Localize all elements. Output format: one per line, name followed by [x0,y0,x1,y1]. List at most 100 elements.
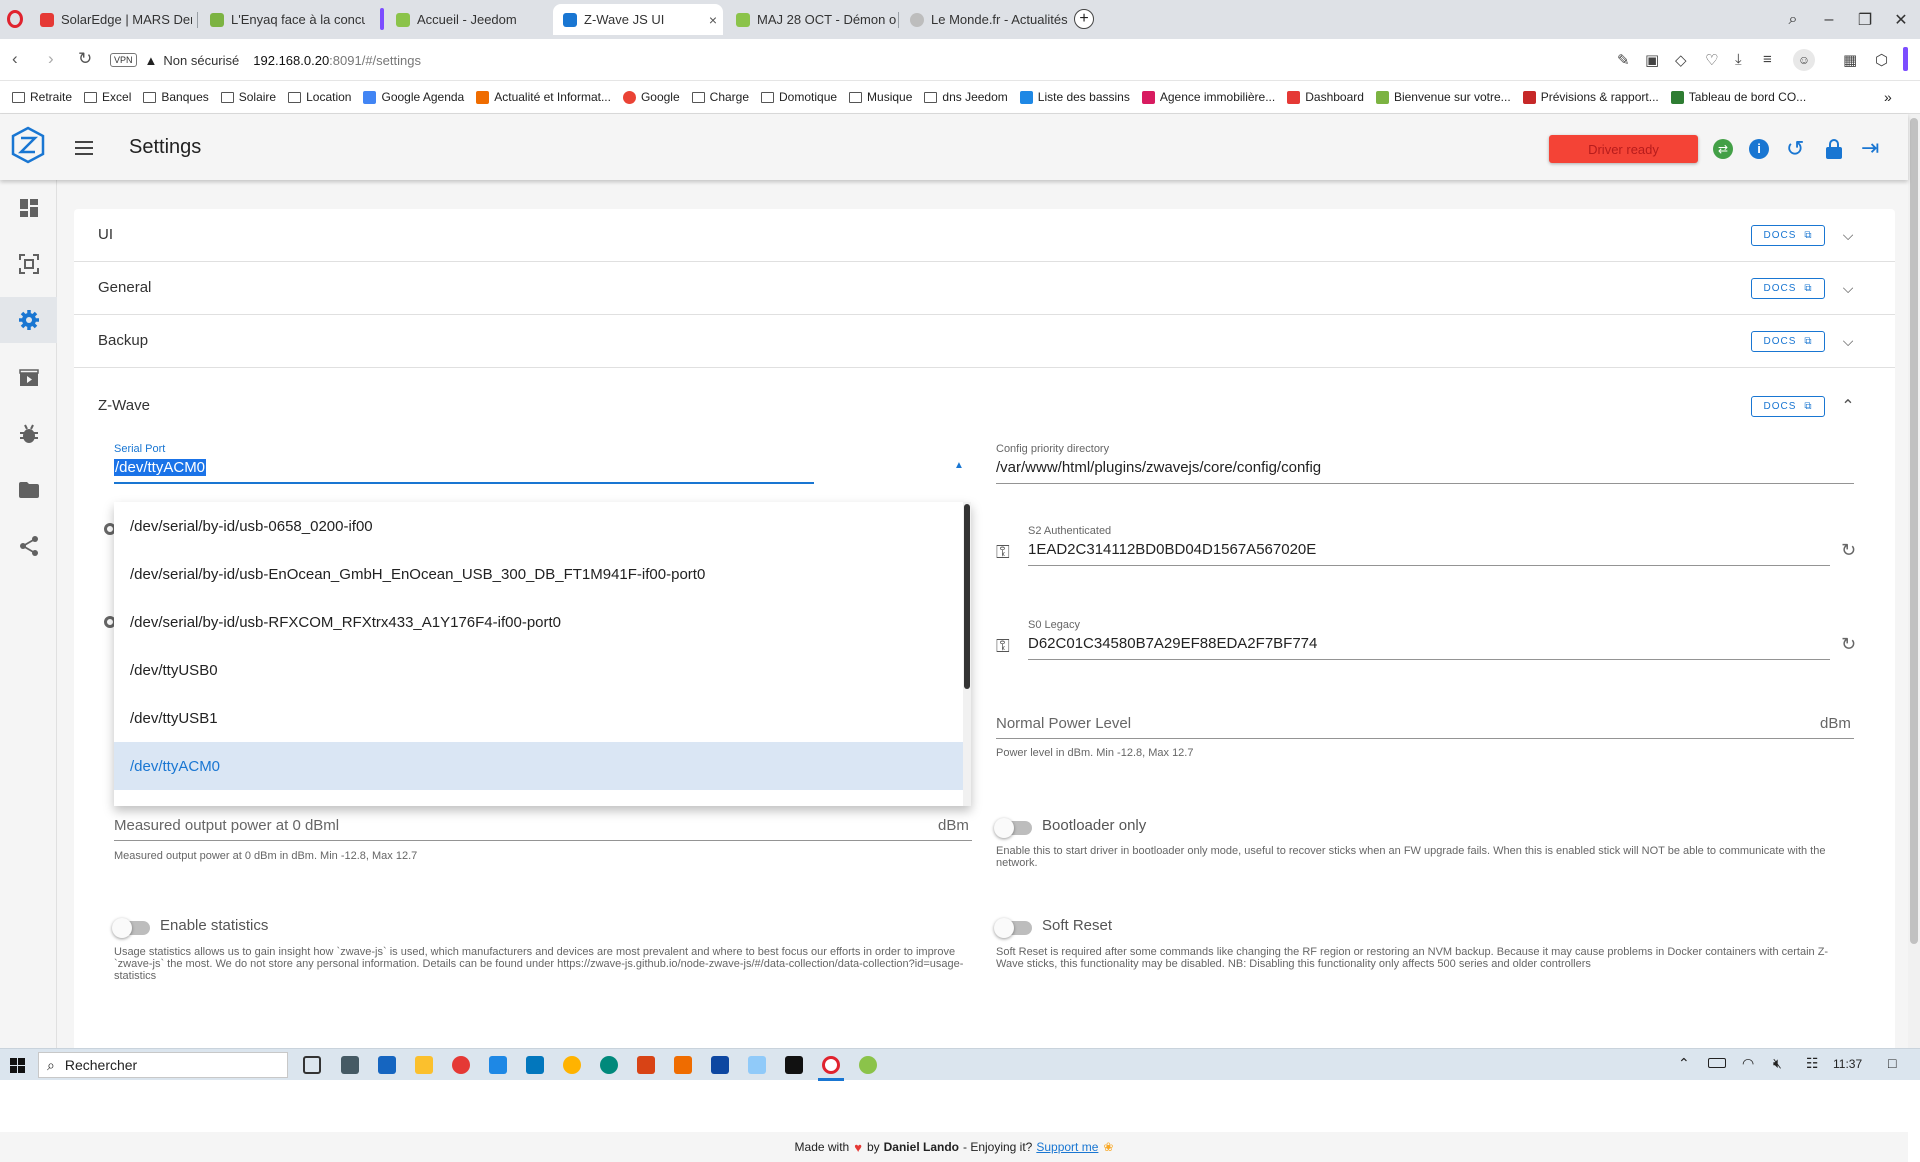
config-dir-input[interactable]: /var/www/html/plugins/zwavejs/core/confi… [996,459,1321,476]
task-view-icon[interactable] [303,1056,321,1074]
nav-store-folder-icon[interactable] [0,467,57,513]
logout-icon[interactable]: ⇥ [1861,135,1879,161]
backup-expand-chevron-icon[interactable]: ⌵ [1838,331,1858,351]
bookmark-banques[interactable]: Banques [143,90,209,104]
profile-icon[interactable]: ☺ [1793,49,1815,71]
dropdown-scrollbar[interactable] [963,502,971,806]
zwave-collapse-chevron-icon[interactable]: ⌃ [1838,396,1858,416]
page-scrollbar[interactable] [1908,114,1920,1048]
restore-icon[interactable]: ❐ [1846,0,1884,39]
new-tab-button[interactable]: + [1074,9,1094,29]
windows-start-icon[interactable] [10,1058,25,1073]
serial-option[interactable]: /dev/ttyUSB1 [114,694,963,742]
bookmark-excel[interactable]: Excel [84,90,131,104]
tab-maj-28-oct[interactable]: MAJ 28 OCT - Démon ok [726,4,896,35]
ui-docs-button[interactable]: DOCS ⧉ [1751,225,1825,246]
chrome-icon[interactable] [452,1056,470,1074]
outlook-icon[interactable] [711,1056,729,1074]
taskbar-search-box[interactable]: ⌕ Rechercher [38,1052,288,1078]
url-field[interactable]: VPN ▲ Non sécurisé 192.168.0.20 :8091/#/… [110,46,1810,74]
info-icon[interactable]: i [1749,139,1769,159]
ui-expand-chevron-icon[interactable]: ⌵ [1838,225,1858,245]
menu-icon[interactable]: ≡ [1763,51,1772,68]
hamburger-menu-icon[interactable] [75,141,93,155]
media-icon[interactable] [674,1056,692,1074]
cube-icon[interactable]: ⬡ [1875,51,1888,69]
general-panel[interactable]: General DOCS ⧉ ⌵ [74,262,1895,315]
close-window-icon[interactable]: ✕ [1882,0,1920,39]
edge-icon[interactable] [600,1056,618,1074]
forward-icon[interactable]: › [48,49,54,69]
general-docs-button[interactable]: DOCS ⧉ [1751,278,1825,299]
serial-option[interactable]: /dev/serial/by-id/usb-EnOcean_GmbH_EnOce… [114,550,963,598]
s0-legacy-input[interactable]: D62C01C34580B7A29EF88EDA2F7BF774 [1028,635,1317,652]
bookmark-domotique[interactable]: Domotique [761,90,837,104]
bookmark-actualite[interactable]: Actualité et Informat... [476,90,611,104]
serial-option[interactable]: /dev/ttyUSB0 [114,646,963,694]
driver-status-button[interactable]: Driver ready [1549,135,1698,163]
bookmark-retraite[interactable]: Retraite [12,90,72,104]
bookmark-location[interactable]: Location [288,90,351,104]
tab-close-icon[interactable]: × [703,12,723,28]
reload-icon[interactable]: ↻ [78,49,92,69]
zwave-docs-button[interactable]: DOCS ⧉ [1751,396,1825,417]
regenerate-s0-icon[interactable]: ↻ [1841,634,1856,655]
regenerate-s2-icon[interactable]: ↻ [1841,540,1856,561]
tab-enyaq[interactable]: L'Enyaq face à la concurre [200,4,365,35]
warning-icon[interactable]: ▲ [145,53,158,68]
nav-scenes-icon[interactable] [0,355,57,401]
plus-app-icon[interactable] [785,1056,803,1074]
sun-app-icon[interactable] [563,1056,581,1074]
store-icon[interactable] [526,1056,544,1074]
notification-icon[interactable]: □ [1888,1055,1896,1071]
extension-icon[interactable]: ▦ [1843,51,1857,69]
opera-menu-icon[interactable] [7,10,23,28]
bookmark-solaire[interactable]: Solaire [220,90,276,104]
bookmark-google-agenda[interactable]: Google Agenda [363,90,464,104]
file-explorer-icon[interactable] [415,1056,433,1074]
bookmark-musique[interactable]: Musique [849,90,912,104]
sidebar-toggle[interactable] [1903,47,1908,71]
ui-panel[interactable]: UI DOCS ⧉ ⌵ [74,209,1895,262]
bookmark-bienvenue[interactable]: Bienvenue sur votre... [1375,90,1511,104]
back-icon[interactable]: ‹ [12,49,18,69]
serial-option[interactable]: /dev/serial/by-id/usb-0658_0200-if00 [114,502,963,550]
bookmark-dns-jeedom[interactable]: dns Jeedom [924,90,1008,104]
general-expand-chevron-icon[interactable]: ⌵ [1838,278,1858,298]
nav-smart-start-icon[interactable] [0,241,57,287]
zwave-logo-icon[interactable] [11,126,45,164]
tab-search-icon[interactable]: ⌕ [1774,0,1812,39]
tab-jeedom[interactable]: Accueil - Jeedom [386,4,551,35]
bookmark-charge[interactable]: Charge [691,90,749,104]
serial-option-selected[interactable]: /dev/ttyACM0 [114,742,963,790]
mail-icon[interactable] [489,1056,507,1074]
volume-mute-icon[interactable]: 🔇︎ [1773,1055,1782,1072]
tray-chevron-icon[interactable]: ⌃ [1678,1055,1690,1072]
history-icon[interactable]: ↺ [1786,136,1804,162]
backup-docs-button[interactable]: DOCS ⧉ [1751,331,1825,352]
bookmark-agence[interactable]: Agence immobilière... [1141,90,1275,104]
nav-debug-icon[interactable] [0,411,57,457]
minimize-icon[interactable]: – [1810,0,1848,39]
bookmark-google[interactable]: Google [622,90,680,104]
support-me-link[interactable]: Support me [1036,1140,1098,1154]
battery-icon[interactable] [1708,1058,1726,1068]
nav-settings-icon[interactable] [0,297,57,343]
edit-icon[interactable]: ✎ [1617,51,1630,69]
shield-icon[interactable]: ◇ [1675,51,1687,69]
serial-option[interactable]: /dev/serial/by-id/usb-RFXCOM_RFXtrx433_A… [114,598,963,646]
camera-icon[interactable]: ▣ [1645,51,1659,69]
serial-port-input[interactable]: /dev/ttyACM0 [114,459,207,476]
tab-zwave-js-ui[interactable]: Z-Wave JS UI × [553,4,723,35]
notepad-icon[interactable] [748,1056,766,1074]
s2-auth-input[interactable]: 1EAD2C314112BD0BD04D1567A567020E [1028,541,1316,558]
language-icon[interactable]: ☷ [1806,1055,1819,1072]
tab-solaredge[interactable]: SolarEdge | MARS Denis [30,4,192,35]
lock-icon[interactable] [1826,139,1842,159]
nav-network-graph-icon[interactable] [0,523,57,569]
nav-dashboard-icon[interactable] [0,185,57,231]
office-icon[interactable] [637,1056,655,1074]
sync-status-icon[interactable]: ⇄ [1713,139,1733,159]
bookmark-liste-bassins[interactable]: Liste des bassins [1019,90,1130,104]
bookmark-tableau-bord[interactable]: Tableau de bord CO... [1670,90,1806,104]
